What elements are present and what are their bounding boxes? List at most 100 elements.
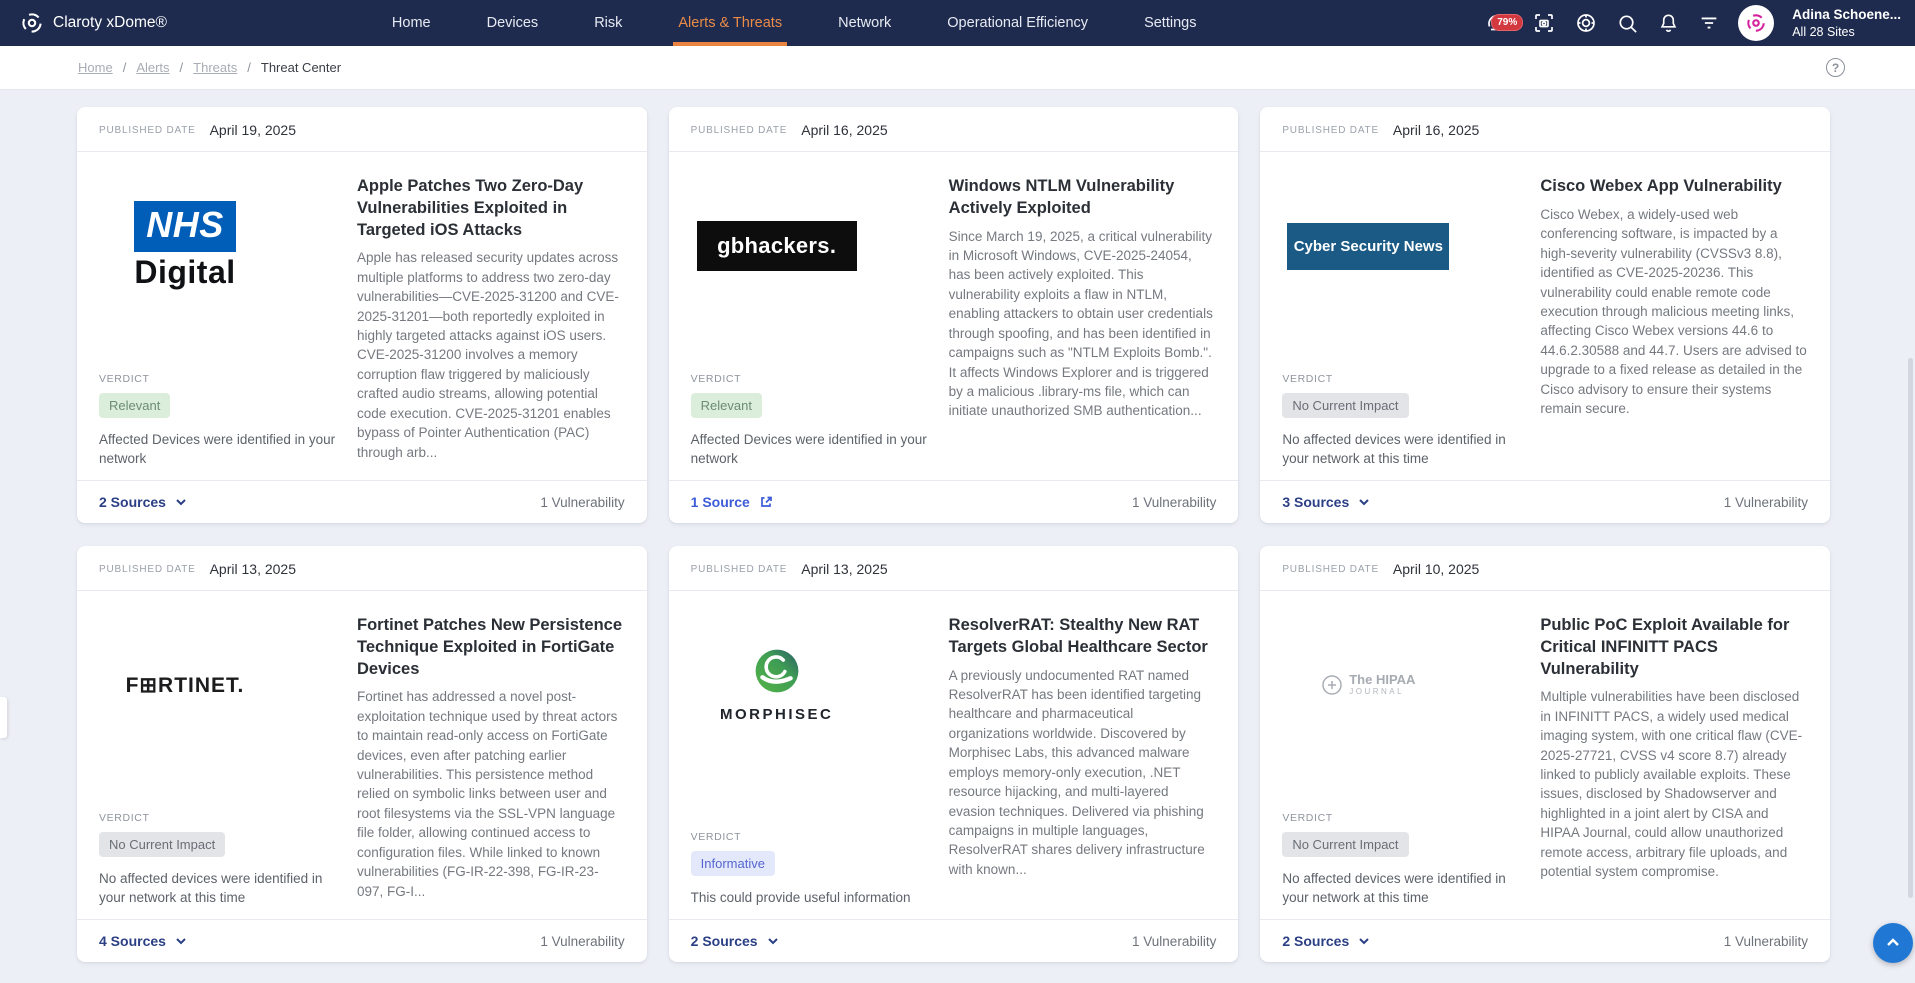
vulnerability-count: 1 Vulnerability xyxy=(1132,934,1216,949)
main-menu: Home Devices Risk Alerts & Threats Netwo… xyxy=(392,0,1197,46)
scroll-to-top-button[interactable] xyxy=(1873,923,1913,963)
threat-card-grid: PUBLISHED DATE April 19, 2025 NHS Digita… xyxy=(0,90,1915,962)
threat-description: Since March 19, 2025, a critical vulnera… xyxy=(949,227,1217,421)
published-date-label: PUBLISHED DATE xyxy=(99,564,196,575)
impact-text: No affected devices were identified in y… xyxy=(1282,430,1522,468)
user-avatar[interactable] xyxy=(1738,5,1774,41)
morphisec-globe-icon xyxy=(753,647,801,695)
breadcrumb-threats[interactable]: Threats xyxy=(193,60,237,75)
source-external-link[interactable]: 1 Source xyxy=(691,494,773,510)
coverage-badge: 79% xyxy=(1491,14,1523,31)
published-date-value: April 16, 2025 xyxy=(801,122,887,138)
threat-description: Multiple vulnerabilities have been discl… xyxy=(1540,687,1808,881)
published-date-value: April 16, 2025 xyxy=(1393,122,1479,138)
published-date-label: PUBLISHED DATE xyxy=(691,564,788,575)
notifications-bell-icon[interactable] xyxy=(1657,12,1680,35)
impact-text: This could provide useful information xyxy=(691,888,931,907)
threat-title: Fortinet Patches New Persistence Techniq… xyxy=(357,615,625,680)
hipaa-emblem-icon xyxy=(1321,674,1343,696)
chevron-down-icon xyxy=(1358,496,1370,508)
fortinet-logo: F⊞RTINET. xyxy=(99,597,271,773)
morphisec-logo: MORPHISEC xyxy=(691,597,863,773)
published-date-label: PUBLISHED DATE xyxy=(1282,125,1379,136)
threat-description: Fortinet has addressed a novel post-expl… xyxy=(357,687,625,901)
threat-title: ResolverRAT: Stealthy New RAT Targets Gl… xyxy=(949,615,1217,659)
nav-operational-efficiency[interactable]: Operational Efficiency xyxy=(947,0,1088,46)
verdict-badge: Relevant xyxy=(99,393,170,418)
sources-expander[interactable]: 2 Sources xyxy=(99,494,187,510)
vulnerability-count: 1 Vulnerability xyxy=(1724,934,1808,949)
cyber-security-news-logo: Cyber Security News xyxy=(1282,158,1454,334)
vulnerability-count: 1 Vulnerability xyxy=(1724,495,1808,510)
verdict-badge: Informative xyxy=(691,851,775,876)
published-date-value: April 13, 2025 xyxy=(210,561,296,577)
breadcrumb-separator: / xyxy=(247,60,251,75)
verdict-label: VERDICT xyxy=(691,831,931,843)
nav-utilities: 79% xyxy=(1480,5,1901,41)
threat-title: Apple Patches Two Zero-Day Vulnerabiliti… xyxy=(357,176,625,241)
verdict-badge: No Current Impact xyxy=(99,832,225,857)
threat-card: PUBLISHED DATE April 16, 2025 Cyber Secu… xyxy=(1260,107,1830,523)
threat-card: PUBLISHED DATE April 13, 2025 xyxy=(669,546,1239,962)
nhs-digital-logo: NHS Digital xyxy=(99,158,271,334)
impact-text: No affected devices were identified in y… xyxy=(1282,869,1522,907)
threat-description: Cisco Webex, a widely-used web conferenc… xyxy=(1540,205,1808,419)
nav-home[interactable]: Home xyxy=(392,0,431,46)
vertical-scrollbar[interactable] xyxy=(1908,358,1913,898)
threat-description: Apple has released security updates acro… xyxy=(357,248,625,462)
search-icon[interactable] xyxy=(1616,12,1639,35)
verdict-label: VERDICT xyxy=(99,373,339,385)
nav-network[interactable]: Network xyxy=(838,0,891,46)
capture-icon[interactable] xyxy=(1532,11,1556,35)
help-ring-icon[interactable] xyxy=(1574,11,1598,35)
nav-alerts-threats[interactable]: Alerts & Threats xyxy=(678,0,782,46)
chevron-down-icon xyxy=(767,935,779,947)
chevron-down-icon xyxy=(175,935,187,947)
nav-devices[interactable]: Devices xyxy=(487,0,539,46)
breadcrumb-home[interactable]: Home xyxy=(78,60,113,75)
verdict-label: VERDICT xyxy=(691,373,931,385)
threat-title: Cisco Webex App Vulnerability xyxy=(1540,176,1808,198)
chevron-down-icon xyxy=(1358,935,1370,947)
vulnerability-count: 1 Vulnerability xyxy=(540,495,624,510)
chevron-down-icon xyxy=(175,496,187,508)
verdict-label: VERDICT xyxy=(1282,373,1522,385)
external-link-icon xyxy=(759,495,773,509)
threat-card: PUBLISHED DATE April 13, 2025 F⊞RTINET. … xyxy=(77,546,647,962)
breadcrumb-separator: / xyxy=(123,60,127,75)
published-date-value: April 19, 2025 xyxy=(210,122,296,138)
threat-card: PUBLISHED DATE April 19, 2025 NHS Digita… xyxy=(77,107,647,523)
vulnerability-count: 1 Vulnerability xyxy=(1132,495,1216,510)
nav-settings[interactable]: Settings xyxy=(1144,0,1196,46)
breadcrumb-alerts[interactable]: Alerts xyxy=(136,60,169,75)
published-date-value: April 10, 2025 xyxy=(1393,561,1479,577)
vulnerability-count: 1 Vulnerability xyxy=(540,934,624,949)
nav-risk[interactable]: Risk xyxy=(594,0,622,46)
brand-title: Claroty xDome® xyxy=(53,14,167,32)
page-help-icon[interactable]: ? xyxy=(1826,58,1845,77)
top-navigation: Claroty xDome® Home Devices Risk Alerts … xyxy=(0,0,1915,46)
sources-expander[interactable]: 2 Sources xyxy=(691,933,779,949)
threat-card: PUBLISHED DATE April 16, 2025 gbhackers.… xyxy=(669,107,1239,523)
published-date-value: April 13, 2025 xyxy=(801,561,887,577)
verdict-badge: No Current Impact xyxy=(1282,393,1408,418)
threat-description: A previously undocumented RAT named Reso… xyxy=(949,666,1217,880)
left-edge-handle xyxy=(0,697,7,738)
user-info[interactable]: Adina Schoene... All 28 Sites xyxy=(1792,6,1901,40)
coverage-gauge-icon[interactable]: 79% xyxy=(1480,8,1514,38)
sources-expander[interactable]: 2 Sources xyxy=(1282,933,1370,949)
gbhackers-logo: gbhackers. xyxy=(691,158,863,334)
user-name: Adina Schoene... xyxy=(1792,6,1901,24)
brand[interactable]: Claroty xDome® xyxy=(20,11,167,35)
sources-expander[interactable]: 3 Sources xyxy=(1282,494,1370,510)
impact-text: No affected devices were identified in y… xyxy=(99,869,339,907)
sources-expander[interactable]: 4 Sources xyxy=(99,933,187,949)
filter-icon[interactable] xyxy=(1698,12,1720,34)
published-date-label: PUBLISHED DATE xyxy=(1282,564,1379,575)
user-sites: All 28 Sites xyxy=(1792,24,1901,40)
impact-text: Affected Devices were identified in your… xyxy=(99,430,339,468)
breadcrumb-current: Threat Center xyxy=(261,60,341,75)
verdict-label: VERDICT xyxy=(99,812,339,824)
claroty-logo-icon xyxy=(20,11,44,35)
breadcrumb: Home / Alerts / Threats / Threat Center … xyxy=(0,46,1915,90)
